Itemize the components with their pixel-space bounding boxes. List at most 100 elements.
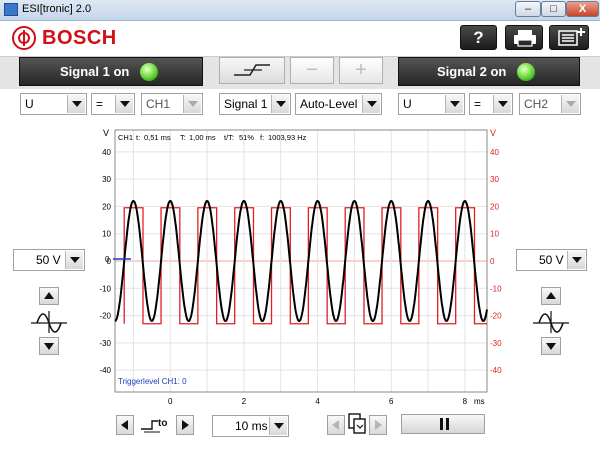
trigger-mode-select[interactable]: Auto-Level — [295, 93, 382, 115]
ch1-offset-symbol-icon — [31, 311, 67, 333]
y-tick-label-right: -10 — [490, 284, 502, 293]
arrow-left-icon — [332, 420, 339, 430]
ch1-coupling-value: = — [96, 97, 104, 111]
y-unit-right: V — [490, 128, 496, 138]
x-tick-label: 4 — [315, 397, 320, 406]
y-axis-right-ticks: 40 30 20 10 0 -10 -20 -30 -40 — [490, 148, 502, 375]
trigger-source-select[interactable]: Signal 1 — [219, 93, 291, 115]
y-tick-label-left: -20 — [99, 312, 111, 321]
maximize-button[interactable]: □ — [541, 1, 566, 17]
y-tick-label-right: -40 — [490, 366, 502, 375]
close-button[interactable]: X — [566, 1, 599, 17]
arrow-up-icon — [44, 292, 54, 299]
y-tick-label-right: -30 — [490, 339, 502, 348]
oscilloscope-display[interactable]: 403020100-10-20-30-40 403020100-10-20-30… — [90, 122, 510, 412]
signal-2-status-led-icon — [517, 63, 535, 81]
ch2-coupling-select[interactable]: = — [469, 93, 513, 115]
info-channel: CH1 — [118, 133, 133, 142]
ch1-coupling-select[interactable]: = — [91, 93, 135, 115]
y-unit-left: V — [103, 128, 109, 138]
x-axis-ticks: 0 2 4 6 8 — [168, 397, 468, 406]
signal-1-label: Signal 1 on — [60, 64, 130, 79]
trigger-minus-button[interactable]: − — [290, 57, 334, 84]
trigger-position-icon: to — [141, 418, 167, 433]
arrow-down-icon — [546, 343, 556, 350]
trigger-position-symbol: to — [158, 418, 167, 429]
page-history-icon — [348, 413, 366, 434]
trigger-mode-value: Auto-Level — [300, 97, 358, 111]
y-tick-label-right: 40 — [490, 148, 499, 157]
signal-1-status-led-icon — [140, 63, 158, 81]
signal-2-label: Signal 2 on — [437, 64, 507, 79]
y-tick-label-left: -10 — [99, 284, 111, 293]
chevron-down-icon — [567, 251, 585, 269]
y-tick-label-left: -30 — [99, 339, 111, 348]
ch2-offset-down-button[interactable] — [541, 337, 561, 355]
y-tick-label-right: 30 — [490, 175, 499, 184]
y-tick-label-left: 10 — [102, 230, 111, 239]
x-tick-label: 6 — [389, 397, 394, 406]
arrow-right-icon — [375, 420, 382, 430]
ch1-offset-up-button[interactable] — [39, 287, 59, 305]
trigger-position-right-button[interactable] — [176, 415, 194, 435]
trigger-position-left-button[interactable] — [116, 415, 134, 435]
menu-list-icon — [558, 28, 585, 46]
chevron-down-icon — [561, 95, 579, 113]
ch1-quantity-value: U — [25, 97, 34, 111]
y-tick-label-right: 10 — [490, 230, 499, 239]
minimize-button[interactable]: – — [515, 1, 541, 17]
y-tick-label-left: -40 — [99, 366, 111, 375]
ch2-quantity-value: U — [403, 97, 412, 111]
trigger-plus-button[interactable]: + — [339, 57, 383, 84]
timebase-select[interactable]: 10 ms — [212, 415, 289, 437]
trigger-edge-button[interactable] — [219, 57, 285, 84]
measurement-info: CH1 t: 0,51 ms T: 1,00 ms t/T: 51% f: 10… — [118, 133, 307, 142]
ch1-range-value: 50 V — [36, 253, 61, 267]
trigger-source-value: Signal 1 — [224, 97, 268, 111]
x-tick-label: 2 — [242, 397, 247, 406]
info-period-label: T: — [180, 133, 186, 142]
chevron-down-icon — [493, 95, 511, 113]
signal-2-toggle[interactable]: Signal 2 on — [398, 57, 580, 86]
pause-button[interactable] — [401, 414, 485, 434]
history-forward-button[interactable] — [369, 415, 387, 435]
options-menu-button[interactable] — [549, 25, 589, 50]
info-frequency-label: f: — [260, 133, 264, 142]
arrow-down-icon — [44, 343, 54, 350]
ch2-source-select[interactable]: CH2 — [519, 93, 581, 115]
arrow-left-icon — [121, 420, 128, 430]
window-title: ESI[tronic] 2.0 — [22, 3, 92, 15]
ch1-quantity-select[interactable]: U — [20, 93, 87, 115]
timebase-value: 10 ms — [235, 419, 268, 433]
info-duty-label: t/T: — [224, 133, 234, 142]
chevron-down-icon — [115, 95, 133, 113]
ch1-offset-down-button[interactable] — [39, 337, 59, 355]
chevron-down-icon — [271, 95, 289, 113]
signal-1-toggle[interactable]: Signal 1 on — [19, 57, 203, 86]
ch2-offset-up-button[interactable] — [541, 287, 561, 305]
ch1-range-select[interactable]: 50 V — [13, 249, 85, 271]
arrow-up-icon — [546, 292, 556, 299]
ch1-source-select[interactable]: CH1 — [141, 93, 203, 115]
x-tick-label: 0 — [168, 397, 173, 406]
print-button[interactable] — [505, 25, 543, 50]
x-unit: ms — [474, 397, 485, 406]
traces — [114, 199, 488, 325]
y-tick-label-left: 20 — [102, 202, 111, 211]
brand-name: BOSCH — [42, 27, 117, 49]
chevron-down-icon — [269, 417, 287, 435]
ch2-range-select[interactable]: 50 V — [516, 249, 587, 271]
chevron-down-icon — [65, 251, 83, 269]
chevron-down-icon — [362, 95, 380, 113]
rising-edge-icon — [234, 64, 270, 76]
info-duty-value: 51% — [239, 133, 254, 142]
trigger-level-text: Triggerlevel CH1: 0 — [118, 377, 187, 386]
y-tick-label-left: 40 — [102, 148, 111, 157]
info-t-label: t: — [136, 133, 140, 142]
printer-icon — [514, 30, 536, 47]
help-button[interactable]: ? — [460, 25, 497, 50]
history-back-button[interactable] — [327, 415, 345, 435]
ch2-quantity-select[interactable]: U — [398, 93, 465, 115]
bosch-logo-icon — [12, 26, 36, 50]
trigger-marker-label: 0 — [105, 255, 110, 264]
